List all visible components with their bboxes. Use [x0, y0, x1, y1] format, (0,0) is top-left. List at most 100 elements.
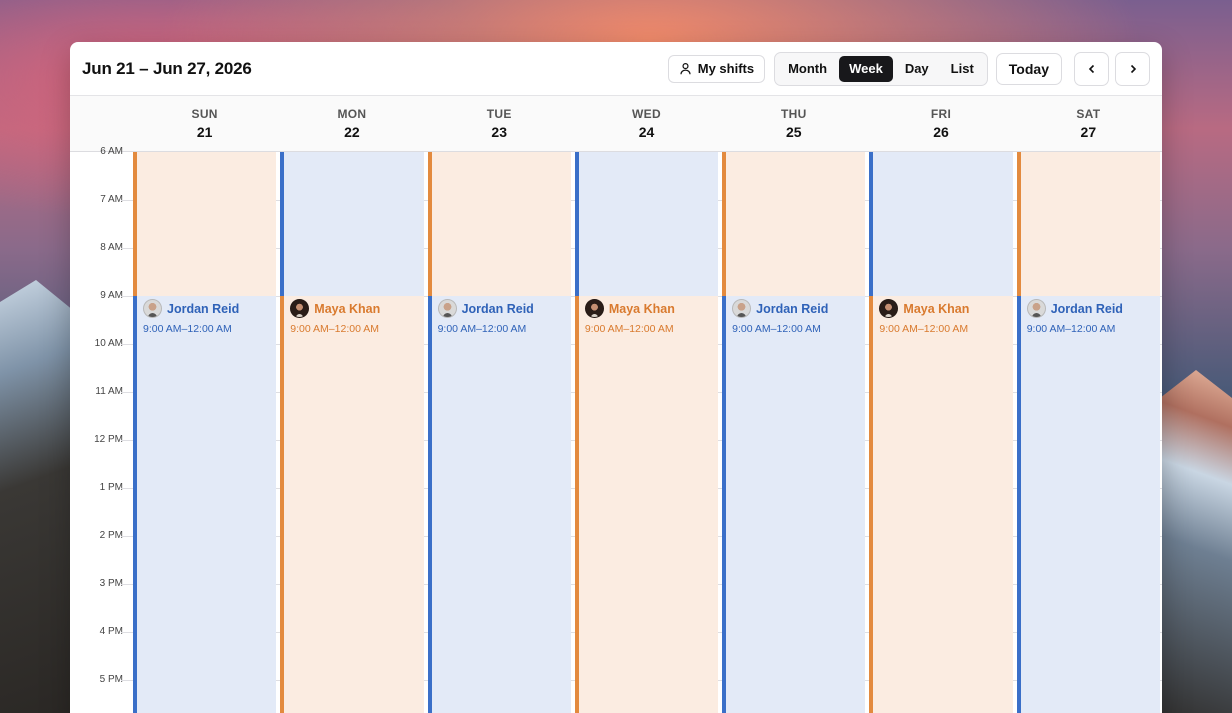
day-column-sun[interactable]: Jordan Reid 9:00 AM–12:00 AM: [131, 152, 278, 713]
day-number: 26: [933, 124, 949, 140]
chevron-left-icon: [1088, 64, 1094, 73]
today-button[interactable]: Today: [995, 52, 1062, 85]
event-header: Maya Khan: [284, 296, 423, 318]
avatar: [143, 299, 162, 318]
my-shifts-button[interactable]: My shifts: [667, 54, 766, 83]
hour-label: 10 AM: [94, 338, 123, 349]
view-switcher: Month Week Day List: [774, 51, 988, 86]
event-header: Maya Khan: [579, 296, 718, 318]
avatar: [290, 299, 310, 318]
day-header-tue[interactable]: TUE 23: [426, 96, 573, 151]
day-number: 23: [491, 124, 507, 140]
event-header: Jordan Reid: [726, 296, 865, 318]
shift-block-early[interactable]: [722, 152, 866, 296]
day-column-sat[interactable]: Jordan Reid 9:00 AM–12:00 AM: [1015, 152, 1162, 713]
day-of-week: SAT: [1076, 107, 1101, 121]
shift-block-early[interactable]: [133, 152, 277, 296]
day-header-sat[interactable]: SAT 27: [1015, 96, 1162, 151]
event-assignee: Maya Khan: [314, 301, 381, 316]
my-shifts-label: My shifts: [697, 61, 755, 76]
day-of-week: MON: [337, 107, 367, 121]
shift-block-early[interactable]: [1016, 152, 1160, 296]
calendar-window: Jun 21 – Jun 27, 2026 My shifts Month We…: [70, 42, 1162, 713]
shift-event[interactable]: Maya Khan 9:00 AM–12:00 AM: [574, 296, 719, 713]
shift-event[interactable]: Jordan Reid 9:00 AM–12:00 AM: [133, 296, 277, 713]
day-header-mon[interactable]: MON 22: [278, 96, 425, 151]
hour-label: 11 AM: [95, 386, 123, 397]
shift-event[interactable]: Jordan Reid 9:00 AM–12:00 AM: [427, 296, 571, 713]
event-time: 9:00 AM–12:00 AM: [437, 323, 527, 335]
day-number: 22: [344, 124, 360, 140]
shift-block-early[interactable]: [427, 152, 571, 296]
event-time: 9:00 AM–12:00 AM: [1026, 323, 1116, 335]
day-number: 25: [785, 124, 802, 140]
hour-label: 1 PM: [99, 482, 123, 493]
day-column-thu[interactable]: Jordan Reid 9:00 AM–12:00 AM: [720, 152, 867, 713]
day-header-sun[interactable]: SUN 21: [131, 96, 278, 151]
day-number: 27: [1080, 124, 1097, 140]
shift-event[interactable]: Maya Khan 9:00 AM–12:00 AM: [280, 296, 424, 713]
day-of-week: SUN: [191, 107, 218, 121]
event-header: Maya Khan: [873, 296, 1012, 318]
date-range-title: Jun 21 – Jun 27, 2026: [82, 58, 252, 78]
event-header: Jordan Reid: [432, 296, 571, 318]
avatar: [732, 299, 752, 318]
shift-block-early[interactable]: [574, 152, 719, 296]
chevron-right-icon: [1130, 64, 1136, 73]
next-week-button[interactable]: [1115, 51, 1150, 86]
shift-block-early[interactable]: [869, 152, 1013, 296]
day-of-week: WED: [632, 107, 661, 121]
gutter-header: [70, 96, 131, 151]
event-header: Jordan Reid: [1021, 296, 1160, 318]
event-assignee: Jordan Reid: [461, 301, 534, 316]
avatar: [1026, 299, 1046, 318]
day-number: 21: [196, 124, 213, 140]
day-header-fri[interactable]: FRI 26: [867, 96, 1014, 151]
event-assignee: Maya Khan: [608, 301, 675, 316]
event-assignee: Jordan Reid: [1050, 301, 1123, 316]
shift-event[interactable]: Jordan Reid 9:00 AM–12:00 AM: [722, 296, 866, 713]
view-list-button[interactable]: List: [941, 56, 984, 82]
event-assignee: Jordan Reid: [756, 301, 829, 316]
event-time: 9:00 AM–12:00 AM: [732, 323, 821, 335]
shift-block-early[interactable]: [280, 152, 424, 296]
hour-label: 2 PM: [99, 530, 123, 541]
view-day-button[interactable]: Day: [895, 56, 939, 82]
event-time: 9:00 AM–12:00 AM: [143, 323, 232, 335]
hour-label: 5 PM: [99, 674, 123, 685]
shift-event[interactable]: Jordan Reid 9:00 AM–12:00 AM: [1016, 296, 1160, 713]
hour-label: 9 AM: [100, 290, 123, 301]
hour-label: 6 AM: [100, 146, 123, 157]
prev-week-button[interactable]: [1074, 51, 1109, 86]
avatar: [437, 299, 457, 318]
day-header-wed[interactable]: WED 24: [573, 96, 720, 151]
day-column-wed[interactable]: Maya Khan 9:00 AM–12:00 AM: [573, 152, 720, 713]
day-column-tue[interactable]: Jordan Reid 9:00 AM–12:00 AM: [426, 152, 573, 713]
day-header-row: SUN 21 MON 22 TUE 23 WED 24 THU 25 FRI 26 SAT 27: [70, 96, 1162, 152]
day-header-thu[interactable]: THU 25: [720, 96, 867, 151]
event-time: 9:00 AM–12:00 AM: [584, 323, 674, 335]
day-of-week: THU: [780, 107, 807, 121]
time-gutter: 6 AM 7 AM 8 AM 9 AM 10 AM 11 AM 12 PM 1 PM 2 PM 3…: [70, 146, 131, 713]
hour-label: 12 PM: [94, 434, 123, 445]
event-time: 9:00 AM–12:00 AM: [879, 323, 969, 335]
hour-label: 8 AM: [100, 242, 123, 253]
view-month-button[interactable]: Month: [778, 56, 837, 82]
day-of-week: TUE: [486, 107, 512, 121]
avatar: [584, 299, 604, 318]
view-week-button[interactable]: Week: [839, 55, 893, 82]
shift-event[interactable]: Maya Khan 9:00 AM–12:00 AM: [869, 296, 1013, 713]
hour-label: 3 PM: [99, 578, 123, 589]
day-number: 24: [638, 124, 655, 140]
hour-label: 7 AM: [100, 194, 123, 205]
event-assignee: Jordan Reid: [167, 301, 240, 316]
user-icon: [680, 63, 691, 75]
event-assignee: Maya Khan: [903, 301, 970, 316]
avatar: [879, 299, 899, 318]
week-grid: Jordan Reid 9:00 AM–12:00 AM Maya Khan 9:00…: [121, 152, 1162, 713]
day-column-fri[interactable]: Maya Khan 9:00 AM–12:00 AM: [867, 152, 1014, 713]
hour-label: 4 PM: [99, 626, 123, 637]
calendar-body: 6 AM 7 AM 8 AM 9 AM 10 AM 11 AM 12 PM 1 PM 2 PM 3…: [70, 146, 1162, 713]
event-time: 9:00 AM–12:00 AM: [290, 323, 380, 335]
day-column-mon[interactable]: Maya Khan 9:00 AM–12:00 AM: [278, 152, 425, 713]
